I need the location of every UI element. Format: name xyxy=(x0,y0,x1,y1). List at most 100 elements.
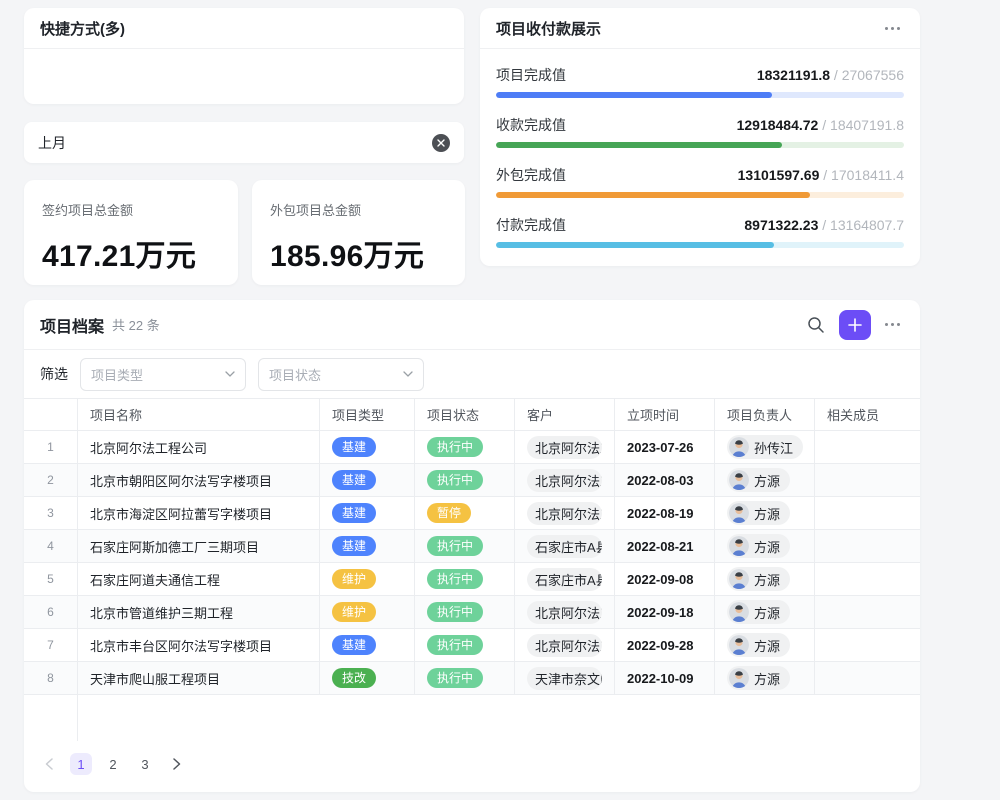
project-status-badge: 执行中 xyxy=(427,536,483,556)
avatar xyxy=(729,635,749,655)
owner-cell: 方源 xyxy=(715,464,815,496)
column-header: 客户 xyxy=(515,399,615,430)
search-button[interactable] xyxy=(801,310,831,340)
more-ellipsis-icon[interactable] xyxy=(881,23,904,34)
project-status-select[interactable]: 项目状态 xyxy=(258,358,424,391)
shortcut-card: 快捷方式(多) xyxy=(24,8,464,104)
page-button-1[interactable]: 1 xyxy=(70,753,92,775)
progress-values: 18321191.8 / 27067556 xyxy=(757,67,904,83)
page-button-3[interactable]: 3 xyxy=(134,753,156,775)
project-type-cell: 基建 xyxy=(320,629,415,661)
prev-page-button[interactable] xyxy=(38,753,60,775)
search-icon xyxy=(807,316,825,334)
table-header-row: 项目名称项目类型项目状态客户立项时间项目负责人相关成员 xyxy=(24,398,920,431)
project-name-cell: 石家庄阿道夫通信工程 xyxy=(78,563,320,595)
progress-values: 8971322.23 / 13164807.7 xyxy=(744,217,904,233)
progress-values: 12918484.72 / 18407191.8 xyxy=(737,117,904,133)
chevron-right-icon xyxy=(173,758,181,770)
progress-fill xyxy=(496,242,774,248)
table-row[interactable]: 5石家庄阿道夫通信工程维护执行中石家庄市A县2022-09-08方源 xyxy=(24,563,920,596)
customer-tag: 北京阿尔法工 xyxy=(527,601,602,624)
start-date-cell: 2022-08-19 xyxy=(615,497,715,529)
table-row[interactable]: 6北京市管道维护三期工程维护执行中北京阿尔法工2022-09-18方源 xyxy=(24,596,920,629)
project-type-cell: 维护 xyxy=(320,596,415,628)
project-type-cell: 基建 xyxy=(320,464,415,496)
customer-tag: 石家庄市A县 xyxy=(527,535,602,558)
table-row[interactable]: 7北京市丰台区阿尔法写字楼项目基建执行中北京阿尔法工2022-09-28方源 xyxy=(24,629,920,662)
project-type-badge: 基建 xyxy=(332,503,376,523)
customer-cell: 北京阿尔法工 xyxy=(515,596,615,628)
project-archive-card: 项目档案 共 22 条 筛选 项目类型 项目状态 xyxy=(24,300,920,792)
owner-cell: 方源 xyxy=(715,497,815,529)
customer-tag: 北京阿尔法工 xyxy=(527,436,602,459)
project-type-select[interactable]: 项目类型 xyxy=(80,358,246,391)
table-row[interactable]: 8天津市爬山服工程项目技改执行中天津市奈文摩2022-10-09方源 xyxy=(24,662,920,695)
customer-cell: 石家庄市A县 xyxy=(515,563,615,595)
avatar xyxy=(729,437,749,457)
table-row[interactable]: 3北京市海淀区阿拉蕾写字楼项目基建暂停北京阿尔法工2022-08-19方源 xyxy=(24,497,920,530)
more-ellipsis-icon[interactable] xyxy=(881,319,904,330)
progress-values: 13101597.69 / 17018411.4 xyxy=(738,167,904,183)
column-header: 项目负责人 xyxy=(715,399,815,430)
members-cell xyxy=(815,596,920,628)
customer-cell: 石家庄市A县 xyxy=(515,530,615,562)
project-status-cell: 执行中 xyxy=(415,530,515,562)
customer-tag: 石家庄市A县 xyxy=(527,568,602,591)
add-record-button[interactable] xyxy=(839,310,871,340)
stat-label: 签约项目总金额 xyxy=(42,200,220,219)
table-row[interactable]: 1北京阿尔法工程公司基建执行中北京阿尔法工2023-07-26孙传江 xyxy=(24,431,920,464)
row-number: 8 xyxy=(24,662,78,694)
column-header: 立项时间 xyxy=(615,399,715,430)
column-header: 项目名称 xyxy=(78,399,320,430)
project-status-cell: 暂停 xyxy=(415,497,515,529)
avatar xyxy=(729,569,749,589)
progress-row: 外包完成值13101597.69 / 17018411.4 xyxy=(496,165,904,198)
row-number: 4 xyxy=(24,530,78,562)
project-name-cell: 北京阿尔法工程公司 xyxy=(78,431,320,463)
owner-cell: 孙传江 xyxy=(715,431,815,463)
project-status-badge: 执行中 xyxy=(427,437,483,457)
progress-label: 收款完成值 xyxy=(496,115,566,135)
shortcut-card-title: 快捷方式(多) xyxy=(24,8,464,49)
owner-cell: 方源 xyxy=(715,563,815,595)
project-status-badge: 暂停 xyxy=(427,503,471,523)
progress-row: 项目完成值18321191.8 / 27067556 xyxy=(496,65,904,98)
payment-progress-list: 项目完成值18321191.8 / 27067556 收款完成值 12918484.… xyxy=(480,49,920,248)
table-row[interactable]: 2北京市朝阳区阿尔法写字楼项目基建执行中北京阿尔法工2022-08-03方源 xyxy=(24,464,920,497)
table-row[interactable]: 4石家庄阿斯加德工厂三期项目基建执行中石家庄市A县2022-08-21方源 xyxy=(24,530,920,563)
filter-row: 筛选 项目类型 项目状态 xyxy=(24,350,920,398)
project-type-badge: 维护 xyxy=(332,569,376,589)
customer-tag: 天津市奈文摩 xyxy=(527,667,602,690)
stat-label: 外包项目总金额 xyxy=(270,200,447,219)
avatar xyxy=(729,536,749,556)
project-type-badge: 基建 xyxy=(332,536,376,556)
start-date-cell: 2022-10-09 xyxy=(615,662,715,694)
members-cell xyxy=(815,497,920,529)
date-filter-label: 上月 xyxy=(38,133,66,153)
project-name-cell: 北京市朝阳区阿尔法写字楼项目 xyxy=(78,464,320,496)
project-name-cell: 天津市爬山服工程项目 xyxy=(78,662,320,694)
start-date-cell: 2023-07-26 xyxy=(615,431,715,463)
members-cell xyxy=(815,464,920,496)
page-button-2[interactable]: 2 xyxy=(102,753,124,775)
table-empty-row xyxy=(24,695,920,741)
project-table: 项目名称项目类型项目状态客户立项时间项目负责人相关成员1北京阿尔法工程公司基建执… xyxy=(24,398,920,695)
owner-tag: 孙传江 xyxy=(727,435,803,459)
owner-tag: 方源 xyxy=(727,534,790,558)
progress-track xyxy=(496,242,904,248)
owner-tag: 方源 xyxy=(727,567,790,591)
project-type-cell: 基建 xyxy=(320,497,415,529)
clear-filter-button[interactable] xyxy=(432,134,450,152)
customer-cell: 北京阿尔法工 xyxy=(515,629,615,661)
owner-tag: 方源 xyxy=(727,666,790,690)
owner-cell: 方源 xyxy=(715,629,815,661)
progress-fill xyxy=(496,92,772,98)
filter-label: 筛选 xyxy=(40,364,68,384)
project-status-cell: 执行中 xyxy=(415,629,515,661)
avatar xyxy=(729,503,749,523)
customer-tag: 北京阿尔法工 xyxy=(527,502,602,525)
customer-tag: 北京阿尔法工 xyxy=(527,634,602,657)
progress-track xyxy=(496,142,904,148)
next-page-button[interactable] xyxy=(166,753,188,775)
progress-row: 收款完成值 12918484.72 / 18407191.8 xyxy=(496,115,904,148)
